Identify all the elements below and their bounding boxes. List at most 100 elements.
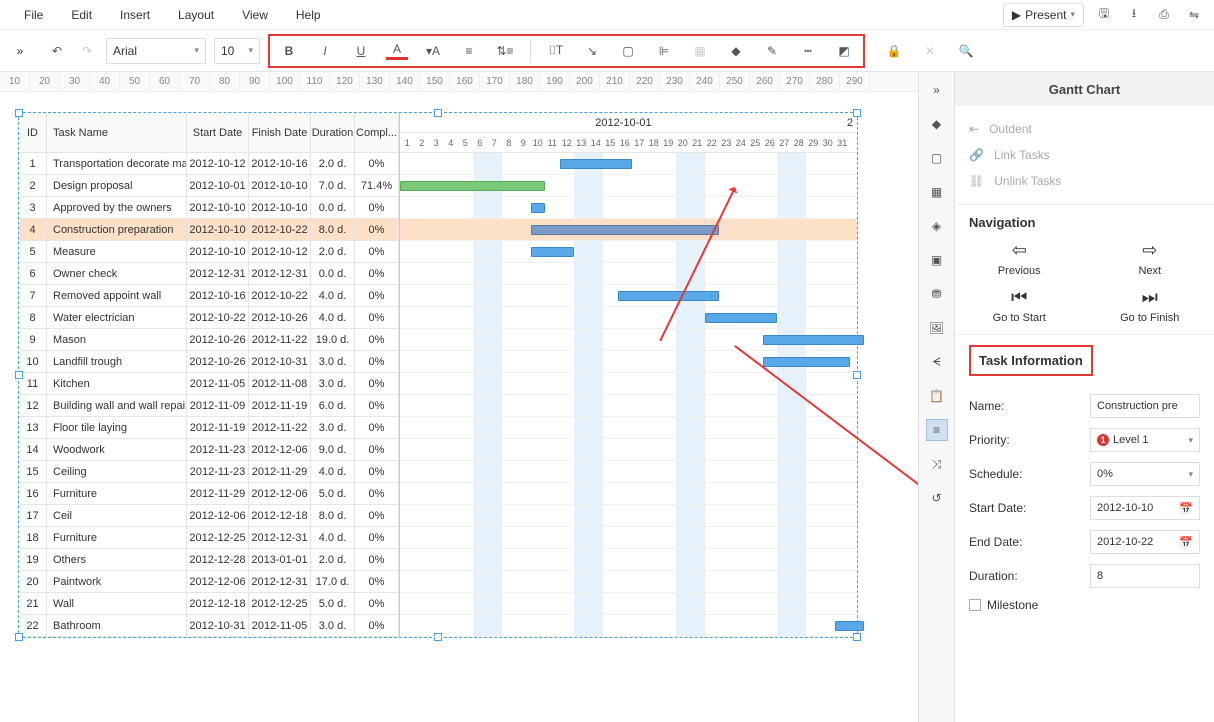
expand-toolbar-icon[interactable]: » <box>8 39 32 63</box>
image-icon[interactable]: 🖼 <box>927 318 947 338</box>
gantt-bar[interactable] <box>763 335 865 345</box>
print-icon[interactable]: ⎙ <box>1154 5 1174 25</box>
collapse-panel-icon[interactable]: » <box>927 80 947 100</box>
timeline-row[interactable] <box>400 197 857 219</box>
highlight-button[interactable]: ▾A <box>422 40 444 62</box>
timeline-row[interactable] <box>400 329 857 351</box>
gantt-bar[interactable] <box>531 203 546 213</box>
task-row[interactable]: 1Transportation decorate ma...2012-10-12… <box>19 153 399 175</box>
timeline-row[interactable] <box>400 527 857 549</box>
clipboard-icon[interactable]: 📋 <box>927 386 947 406</box>
line-spacing-button[interactable]: ⇅≡ <box>494 40 516 62</box>
task-row[interactable]: 9Mason2012-10-262012-11-2219.0 d.0% <box>19 329 399 351</box>
page-icon[interactable]: ▢ <box>927 148 947 168</box>
task-row[interactable]: 18Furniture2012-12-252012-12-314.0 d.0% <box>19 527 399 549</box>
gantt-chart-object[interactable]: ID Task Name Start Date Finish Date Dura… <box>18 112 858 638</box>
text-color-button[interactable]: A <box>386 42 408 60</box>
orgchart-icon[interactable]: ᗕ <box>927 352 947 372</box>
timeline-row[interactable] <box>400 219 857 241</box>
task-row[interactable]: 3Approved by the owners2012-10-102012-10… <box>19 197 399 219</box>
timeline-row[interactable] <box>400 505 857 527</box>
col-header-start[interactable]: Start Date <box>187 113 249 152</box>
col-header-name[interactable]: Task Name <box>47 113 187 152</box>
timeline-row[interactable] <box>400 417 857 439</box>
present-button[interactable]: ▶ Present ▾ <box>1003 3 1084 27</box>
link-tasks-button[interactable]: 🔗Link Tasks <box>969 142 1200 168</box>
task-row[interactable]: 19Others2012-12-282013-01-012.0 d.0% <box>19 549 399 571</box>
fill-button[interactable]: ◆ <box>725 40 747 62</box>
task-row[interactable]: 22Bathroom2012-10-312012-11-053.0 d.0% <box>19 615 399 637</box>
timeline-row[interactable] <box>400 571 857 593</box>
shuffle-icon[interactable]: ⤨ <box>927 454 947 474</box>
timeline-row[interactable] <box>400 615 857 637</box>
timeline-row[interactable] <box>400 285 857 307</box>
timeline-row[interactable] <box>400 241 857 263</box>
ti-enddate-input[interactable]: 2012-10-22📅 <box>1090 530 1200 554</box>
underline-button[interactable]: U <box>350 40 372 62</box>
menu-layout[interactable]: Layout <box>164 2 228 28</box>
timeline-row[interactable] <box>400 483 857 505</box>
task-row[interactable]: 15Ceiling2012-11-232012-11-294.0 d.0% <box>19 461 399 483</box>
task-row[interactable]: 6Owner check2012-12-312012-12-310.0 d.0% <box>19 263 399 285</box>
gantt-bar[interactable] <box>705 313 778 323</box>
history-icon[interactable]: ↺ <box>927 488 947 508</box>
nav-gofinish-button[interactable]: ⏭Go to Finish <box>1100 287 1201 324</box>
ti-priority-select[interactable]: 1Level 1▾ <box>1090 428 1200 452</box>
ti-name-input[interactable]: Construction pre <box>1090 394 1200 418</box>
timeline-row[interactable] <box>400 439 857 461</box>
task-row[interactable]: 20Paintwork2012-12-062012-12-3117.0 d.0% <box>19 571 399 593</box>
task-row[interactable]: 4Construction preparation2012-10-102012-… <box>19 219 399 241</box>
gantt-bar[interactable] <box>763 357 850 367</box>
gantt-panel-icon[interactable]: ≡ <box>927 420 947 440</box>
timeline-row[interactable] <box>400 549 857 571</box>
grid-icon[interactable]: ▦ <box>927 182 947 202</box>
task-row[interactable]: 11Kitchen2012-11-052012-11-083.0 d.0% <box>19 373 399 395</box>
download-icon[interactable]: ⭳ <box>1124 5 1144 25</box>
crop-button[interactable]: ◩ <box>833 40 855 62</box>
gantt-bar[interactable] <box>560 159 633 169</box>
fontsize-selector[interactable]: 10▾ <box>214 38 260 64</box>
task-row[interactable]: 12Building wall and wall repair2012-11-0… <box>19 395 399 417</box>
gantt-bar[interactable] <box>531 247 575 257</box>
task-row[interactable]: 21Wall2012-12-182012-12-255.0 d.0% <box>19 593 399 615</box>
image-button[interactable]: ▢ <box>617 40 639 62</box>
resize-handle-w[interactable] <box>15 371 23 379</box>
ti-schedule-input[interactable]: 0%▾ <box>1090 462 1200 486</box>
col-header-id[interactable]: ID <box>19 113 47 152</box>
ti-duration-input[interactable]: 8 <box>1090 564 1200 588</box>
nav-next-button[interactable]: ⇨Next <box>1100 240 1201 277</box>
line-button[interactable]: ✎ <box>761 40 783 62</box>
redo-button[interactable]: ↷ <box>76 40 98 62</box>
lock-button[interactable]: 🔒 <box>883 40 905 62</box>
menu-help[interactable]: Help <box>282 2 335 28</box>
unlink-tasks-button[interactable]: ⛓Unlink Tasks <box>969 168 1200 194</box>
align-button[interactable]: ≡ <box>458 40 480 62</box>
italic-button[interactable]: I <box>314 40 336 62</box>
menu-edit[interactable]: Edit <box>57 2 106 28</box>
menu-file[interactable]: File <box>10 2 57 28</box>
outdent-button[interactable]: ⇤Outdent <box>969 116 1200 142</box>
search-button[interactable]: 🔍 <box>955 40 977 62</box>
menu-view[interactable]: View <box>228 2 282 28</box>
timeline-row[interactable] <box>400 263 857 285</box>
undo-button[interactable]: ↶ <box>46 40 68 62</box>
ti-startdate-input[interactable]: 2012-10-10📅 <box>1090 496 1200 520</box>
task-row[interactable]: 8Water electrician2012-10-222012-10-264.… <box>19 307 399 329</box>
share-icon[interactable]: ⇋ <box>1184 5 1204 25</box>
timeline-row[interactable] <box>400 395 857 417</box>
gantt-bar[interactable] <box>618 291 720 301</box>
menu-insert[interactable]: Insert <box>106 2 164 28</box>
timeline-row[interactable] <box>400 307 857 329</box>
data-icon[interactable]: ⛃ <box>927 284 947 304</box>
gantt-bar[interactable] <box>531 225 720 235</box>
timeline-row[interactable] <box>400 153 857 175</box>
nav-previous-button[interactable]: ⇦Previous <box>969 240 1070 277</box>
bold-button[interactable]: B <box>278 40 300 62</box>
timeline-row[interactable] <box>400 351 857 373</box>
save-icon[interactable]: 🖫 <box>1094 5 1114 25</box>
timeline-row[interactable] <box>400 175 857 197</box>
task-row[interactable]: 16Furniture2012-11-292012-12-065.0 d.0% <box>19 483 399 505</box>
nav-gostart-button[interactable]: ⏮Go to Start <box>969 287 1070 324</box>
gantt-bar[interactable] <box>835 621 864 631</box>
gantt-bar[interactable] <box>400 181 545 191</box>
